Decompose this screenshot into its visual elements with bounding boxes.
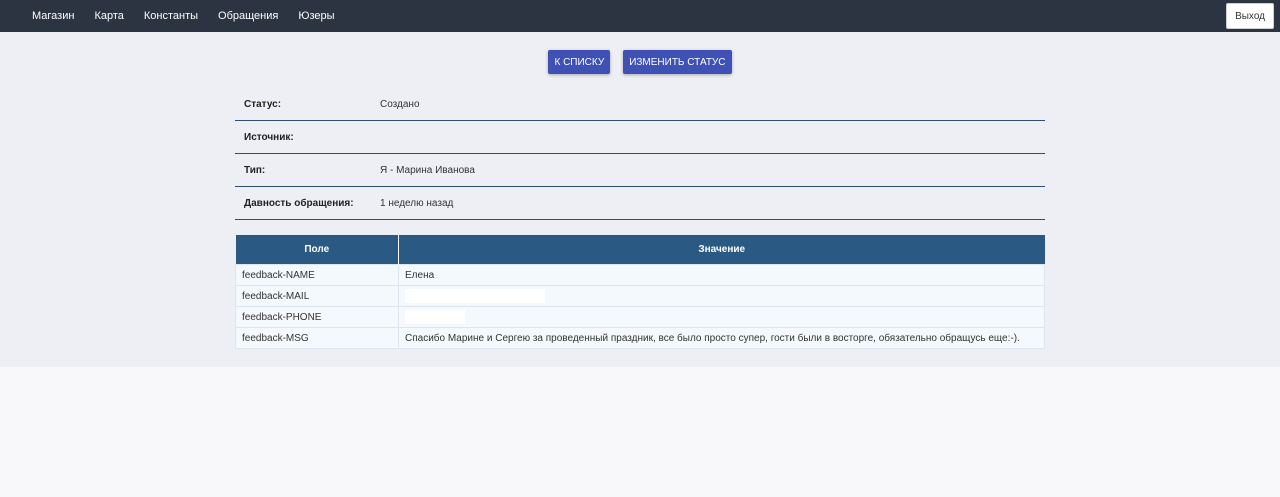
nav-item-requests[interactable]: Обращения [218, 10, 278, 22]
field-value-cell: Спасибо Марине и Сергею за проведенный п… [398, 327, 1045, 349]
info-row-type: Тип: Я - Марина Иванова [235, 154, 1045, 187]
action-bar: К СПИСКУ ИЗМЕНИТЬ СТАТУС [0, 50, 1280, 74]
table-row: feedback-MAIL [235, 285, 1045, 307]
nav-item-map[interactable]: Карта [94, 10, 123, 22]
status-value: Создано [380, 98, 420, 110]
table-row: feedback-MSG Спасибо Марине и Сергею за … [235, 327, 1045, 349]
main-content: К СПИСКУ ИЗМЕНИТЬ СТАТУС Статус: Создано… [0, 32, 1280, 367]
field-value-cell [398, 285, 1045, 307]
request-info: Статус: Создано Источник: Тип: Я - Марин… [235, 88, 1045, 220]
main-nav: Магазин Карта Константы Обращения Юзеры [32, 0, 355, 32]
field-name-cell: feedback-MAIL [235, 285, 399, 307]
source-label: Источник: [244, 131, 294, 143]
field-name-cell: feedback-NAME [235, 264, 399, 286]
redacted-email [405, 289, 545, 303]
age-label: Давность обращения: [244, 197, 354, 209]
back-to-list-button[interactable]: К СПИСКУ [548, 50, 611, 74]
type-value: Я - Марина Иванова [380, 164, 475, 176]
change-status-button[interactable]: ИЗМЕНИТЬ СТАТУС [623, 50, 732, 74]
nav-item-shop[interactable]: Магазин [32, 10, 74, 22]
table-header-row: Поле Значение [235, 235, 1045, 265]
redacted-phone [405, 310, 465, 324]
info-row-status: Статус: Создано [235, 88, 1045, 121]
logout-button[interactable]: Выход [1226, 3, 1274, 29]
field-value-cell [398, 306, 1045, 328]
fields-table: Поле Значение feedback-NAME Елена feedba… [235, 235, 1045, 349]
table-row: feedback-PHONE [235, 306, 1045, 328]
column-header-field: Поле [235, 235, 399, 265]
top-navbar: Магазин Карта Константы Обращения Юзеры … [0, 0, 1280, 32]
info-row-age: Давность обращения: 1 неделю назад [235, 187, 1045, 220]
field-name-cell: feedback-MSG [235, 327, 399, 349]
field-value-cell: Елена [398, 264, 1045, 286]
type-label: Тип: [244, 164, 266, 176]
nav-item-constants[interactable]: Константы [144, 10, 198, 22]
age-value: 1 неделю назад [380, 197, 454, 209]
info-row-source: Источник: [235, 121, 1045, 154]
field-name-cell: feedback-PHONE [235, 306, 399, 328]
column-header-value: Значение [398, 235, 1045, 265]
table-row: feedback-NAME Елена [235, 264, 1045, 286]
status-label: Статус: [244, 98, 282, 110]
nav-item-users[interactable]: Юзеры [298, 10, 334, 22]
